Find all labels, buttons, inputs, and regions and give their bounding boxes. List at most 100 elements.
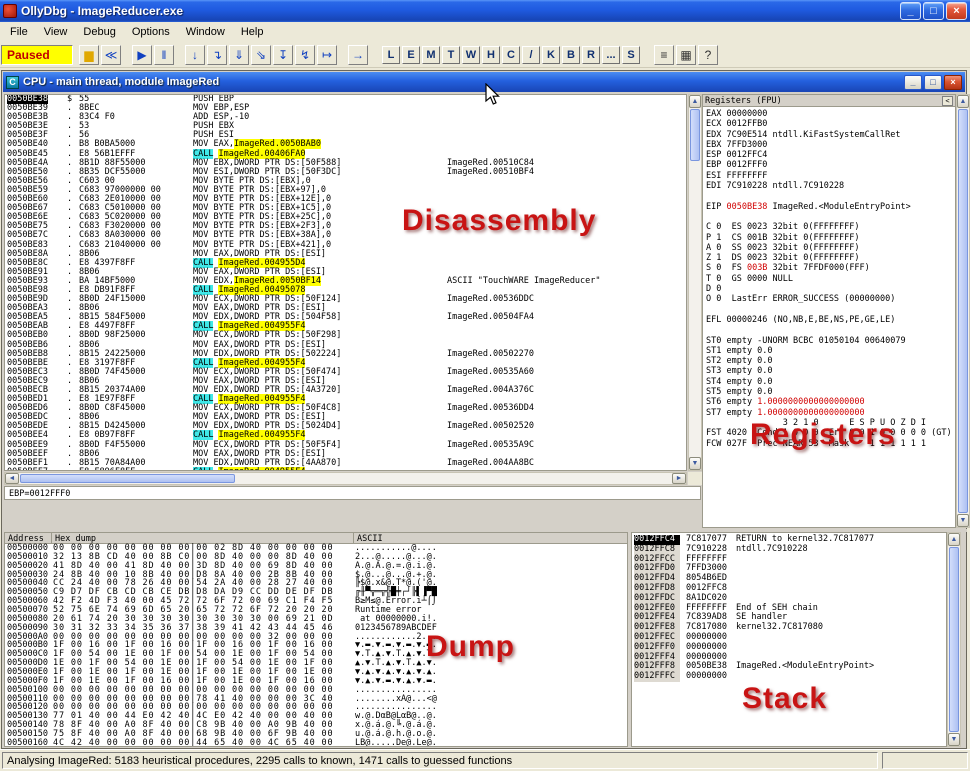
open-file-button[interactable]: ▆	[79, 45, 99, 65]
register-line[interactable]: EDI 7C910228 ntdll.7C910228	[706, 181, 955, 191]
disassembly-row[interactable]: 0050BE3E . 53 PUSH EBX	[5, 122, 686, 131]
pause-button[interactable]: ‖	[154, 45, 174, 65]
windows-list-button[interactable]: ≡	[654, 45, 674, 65]
info-pane[interactable]: EBP=0012FFF0	[4, 486, 701, 500]
scroll-thumb[interactable]	[20, 474, 235, 483]
register-line[interactable]: C 0 ES 0023 32bit 0(FFFFFFFF)	[706, 222, 955, 232]
register-line[interactable]: EIP 0050BE38 ImageRed.<ModuleEntryPoint>	[706, 202, 955, 212]
title-bar[interactable]: OllyDbg - ImageReducer.exe _ □ ×	[0, 0, 970, 22]
stack-row[interactable]: 0012FFE8 7C817080 kernel32.7C817080	[632, 623, 946, 633]
close-button[interactable]: ×	[946, 2, 967, 20]
disassembly-row[interactable]: 0050BEF7 . E8 F896F8FF CALLImageRed.0049…	[5, 468, 686, 471]
stack-row[interactable]: 0012FFFC 00000000	[632, 672, 946, 682]
register-line[interactable]: A 0 SS 0023 32bit 0(FFFFFFFF)	[706, 243, 955, 253]
execute-till-return-button[interactable]: ↦	[317, 45, 337, 65]
cpu-minimize-button[interactable]: _	[904, 75, 922, 90]
scroll-down-arrow-icon[interactable]: ▼	[689, 457, 701, 470]
registers-collapse-button[interactable]: <	[942, 96, 953, 106]
disassembly-row[interactable]: 0050BE8C . E8 4397F8FF CALLImageRed.0049…	[5, 259, 686, 268]
disassembly-row[interactable]: 0050BE3B . 83C4 F0 ADD ESP,-10	[5, 113, 686, 122]
register-line[interactable]: ST3 empty 0.0	[706, 366, 955, 376]
scroll-thumb[interactable]	[949, 547, 959, 732]
letter-button[interactable]: W	[462, 46, 480, 64]
disassembly-horizontal-scrollbar[interactable]: ◄ ►	[4, 472, 687, 485]
letter-button[interactable]: T	[442, 46, 460, 64]
register-line[interactable]	[706, 191, 955, 201]
letter-button[interactable]: C	[502, 46, 520, 64]
stack-row[interactable]: 0012FFD4 8054B6ED	[632, 574, 946, 584]
register-line[interactable]: ST4 empty 0.0	[706, 377, 955, 387]
scroll-down-arrow-icon[interactable]: ▼	[948, 733, 960, 746]
scroll-left-arrow-icon[interactable]: ◄	[5, 473, 19, 484]
letter-button[interactable]: R	[582, 46, 600, 64]
register-line[interactable]: ST1 empty 0.0	[706, 346, 955, 356]
dump-row[interactable]: 00500160 4C 42 40 00 00 00 00 00|44 65 4…	[5, 739, 627, 747]
trace-over-button[interactable]: ↯	[295, 45, 315, 65]
stack-row[interactable]: 0012FFC8 7C910228 ntdll.7C910228	[632, 545, 946, 555]
animate-into-button[interactable]: ⇓	[229, 45, 249, 65]
scroll-right-arrow-icon[interactable]: ►	[672, 473, 686, 484]
stack-row[interactable]: 0012FFF0 00000000	[632, 643, 946, 653]
help-button[interactable]: ?	[698, 45, 718, 65]
register-line[interactable]: O 0 LastErr ERROR_SUCCESS (00000000)	[706, 294, 955, 304]
register-line[interactable]: EDX 7C90E514 ntdll.KiFastSystemCallRet	[706, 130, 955, 140]
letter-button[interactable]: K	[542, 46, 560, 64]
register-line[interactable]: P 1 CS 001B 32bit 0(FFFFFFFF)	[706, 233, 955, 243]
letter-button[interactable]: H	[482, 46, 500, 64]
cpu-restore-button[interactable]: □	[924, 75, 942, 90]
animate-over-button[interactable]: ⇘	[251, 45, 271, 65]
stack-row[interactable]: 0012FFD8 0012FFC8	[632, 584, 946, 594]
step-over-button[interactable]: ↴	[207, 45, 227, 65]
register-line[interactable]: ESP 0012FFC4	[706, 150, 955, 160]
cpu-window-title-bar[interactable]: C CPU - main thread, module ImageRed _ □…	[3, 72, 965, 92]
register-line[interactable]: EFL 00000246 (NO,NB,E,BE,NS,PE,GE,LE)	[706, 315, 955, 325]
register-line[interactable]: S 0 FS 003B 32bit 7FFDF000(FFF)	[706, 263, 955, 273]
register-line[interactable]: ECX 0012FFB0	[706, 119, 955, 129]
register-line[interactable]: ST7 empty 1.0000000000000000000	[706, 408, 955, 418]
scroll-down-arrow-icon[interactable]: ▼	[957, 514, 969, 527]
register-line[interactable]: ST0 empty -UNORM BCBC 01050104 00640079	[706, 336, 955, 346]
register-line[interactable]: Z 1 DS 0023 32bit 0(FFFFFFFF)	[706, 253, 955, 263]
register-line[interactable]	[706, 305, 955, 315]
disassembly-vertical-scrollbar[interactable]: ▲ ▼	[688, 94, 702, 471]
letter-button[interactable]: /	[522, 46, 540, 64]
disassembly-row[interactable]: 0050BED6 . 8B0D C8F45000 MOV ECX,DWORD P…	[5, 404, 686, 413]
stack-row[interactable]: 0012FFCC FFFFFFFF	[632, 555, 946, 565]
scroll-up-arrow-icon[interactable]: ▲	[948, 533, 960, 546]
register-line[interactable]: ESI FFFFFFFF	[706, 171, 955, 181]
register-line[interactable]: ST6 empty 1.0000000000000000000	[706, 397, 955, 407]
stack-row[interactable]: 0012FFEC 00000000	[632, 633, 946, 643]
menu-item[interactable]: View	[36, 23, 76, 41]
go-to-address-button[interactable]: →	[348, 45, 368, 65]
register-line[interactable]	[706, 325, 955, 335]
register-line[interactable]: D 0	[706, 284, 955, 294]
disassembly-row[interactable]: 0050BE38 $ 55 PUSH EBP	[5, 95, 686, 104]
menu-item[interactable]: File	[2, 23, 36, 41]
disassembly-row[interactable]: 0050BE83 . C683 21040000 00 MOV BYTE PTR…	[5, 241, 686, 250]
letter-button[interactable]: E	[402, 46, 420, 64]
register-line[interactable]: EAX 00000000	[706, 109, 955, 119]
register-line[interactable]	[706, 212, 955, 222]
stack-row[interactable]: 0012FFE0 FFFFFFFF End of SEH chain	[632, 604, 946, 614]
scroll-thumb[interactable]	[958, 109, 968, 513]
scroll-thumb[interactable]	[690, 109, 700, 161]
scroll-up-arrow-icon[interactable]: ▲	[689, 95, 701, 108]
register-line[interactable]: ST5 empty 0.0	[706, 387, 955, 397]
register-line[interactable]: EBP 0012FFF0	[706, 160, 955, 170]
letter-button[interactable]: M	[422, 46, 440, 64]
letter-button[interactable]: ...	[602, 46, 620, 64]
memory-map-button[interactable]: ▦	[676, 45, 696, 65]
minimize-button[interactable]: _	[900, 2, 921, 20]
disassembly-row[interactable]: 0050BE9D . 8B0D 24F15000 MOV ECX,DWORD P…	[5, 295, 686, 304]
menu-item[interactable]: Help	[233, 23, 272, 41]
registers-vertical-scrollbar[interactable]: ▲ ▼	[956, 94, 970, 528]
disassembly-row[interactable]: 0050BEC3 . 8B0D 74F45000 MOV ECX,DWORD P…	[5, 368, 686, 377]
letter-button[interactable]: S	[622, 46, 640, 64]
stack-row[interactable]: 0012FFF8 0050BE38 ImageRed.<ModuleEntryP…	[632, 662, 946, 672]
trace-into-button[interactable]: ↧	[273, 45, 293, 65]
maximize-button[interactable]: □	[923, 2, 944, 20]
letter-button[interactable]: L	[382, 46, 400, 64]
menu-item[interactable]: Window	[178, 23, 233, 41]
disassembly-row[interactable]: 0050BEB0 . 8B0D 98F25000 MOV ECX,DWORD P…	[5, 331, 686, 340]
stack-row[interactable]: 0012FFD0 7FFD3000	[632, 564, 946, 574]
